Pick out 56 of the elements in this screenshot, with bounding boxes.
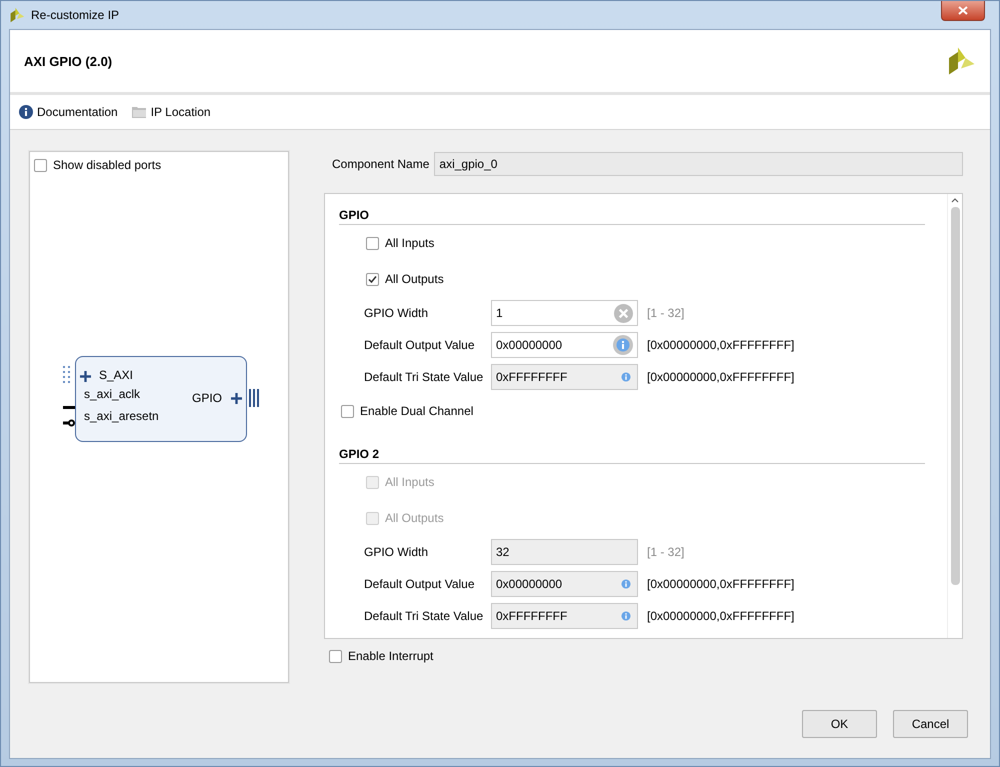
info-icon (19, 105, 33, 119)
bus-pin-icon (63, 366, 70, 384)
component-name-field[interactable]: axi_gpio_0 (434, 152, 963, 176)
ip-title: AXI GPIO (2.0) (24, 54, 112, 68)
range-hint: [0x00000000,0xFFFFFFFF] (647, 577, 794, 591)
section-heading: GPIO (339, 208, 925, 225)
scroll-up-icon[interactable] (951, 198, 959, 203)
field-label: Default Output Value (364, 338, 476, 352)
clear-icon[interactable] (614, 304, 633, 322)
input-field[interactable]: 1 (491, 300, 638, 326)
ip-block[interactable]: S_AXI s_axi_aclk s_axi_aresetn GPIO (75, 356, 247, 442)
range-hint: [0x00000000,0xFFFFFFFF] (647, 370, 794, 384)
range-hint: [1 - 32] (647, 545, 684, 559)
field-label: Component Name (332, 157, 430, 171)
field-label: Default Tri State Value (364, 370, 484, 384)
checkbox[interactable] (34, 158, 47, 172)
field-label: GPIO Width (364, 545, 430, 559)
port-label: S_AXI (99, 368, 134, 382)
field-label: Default Tri State Value (364, 609, 484, 623)
checkbox[interactable] (329, 650, 342, 662)
checkbox-label: All Inputs (385, 475, 434, 489)
range-hint: [0x00000000,0xFFFFFFFF] (647, 338, 794, 352)
logo-icon (9, 7, 25, 23)
scrollbar[interactable] (947, 194, 962, 638)
port-label: s_axi_aresetn (84, 409, 159, 423)
dialog-button[interactable]: Cancel (893, 710, 968, 738)
dialog-button[interactable]: OK (802, 710, 877, 738)
reset-pin-icon (63, 419, 75, 427)
window-title: Re-customize IP (31, 8, 120, 22)
logo-icon (946, 46, 976, 76)
folder-icon (132, 106, 147, 118)
range-hint: [1 - 32] (647, 306, 684, 320)
info-icon[interactable] (613, 335, 633, 355)
checkbox-label: All Inputs (385, 236, 434, 250)
field-label: Default Output Value (364, 577, 476, 591)
checkbox-label: Show disabled ports (53, 158, 162, 172)
toolbar-link[interactable]: Documentation (19, 105, 118, 119)
checkbox-label: All Outputs (385, 511, 444, 525)
toolbar-link[interactable]: IP Location (132, 105, 211, 119)
checkbox[interactable] (341, 404, 354, 418)
close-icon (958, 6, 968, 15)
bus-pin-icon (249, 389, 259, 407)
plus-icon[interactable] (80, 371, 91, 382)
input-field[interactable]: 0x00000000 (491, 332, 638, 358)
checkbox[interactable] (366, 236, 379, 250)
checkbox-label: All Outputs (385, 272, 444, 286)
close-button[interactable] (941, 1, 985, 21)
field-label: GPIO Width (364, 306, 430, 320)
section-heading: GPIO 2 (339, 447, 925, 464)
plus-icon[interactable] (231, 393, 242, 404)
port-label: s_axi_aclk (84, 387, 140, 401)
port-label: GPIO (192, 391, 222, 405)
range-hint: [0x00000000,0xFFFFFFFF] (647, 609, 794, 623)
checkbox-label: Enable Interrupt (348, 649, 434, 663)
checkbox-label: Enable Dual Channel (360, 404, 474, 418)
checkbox[interactable] (366, 272, 379, 286)
